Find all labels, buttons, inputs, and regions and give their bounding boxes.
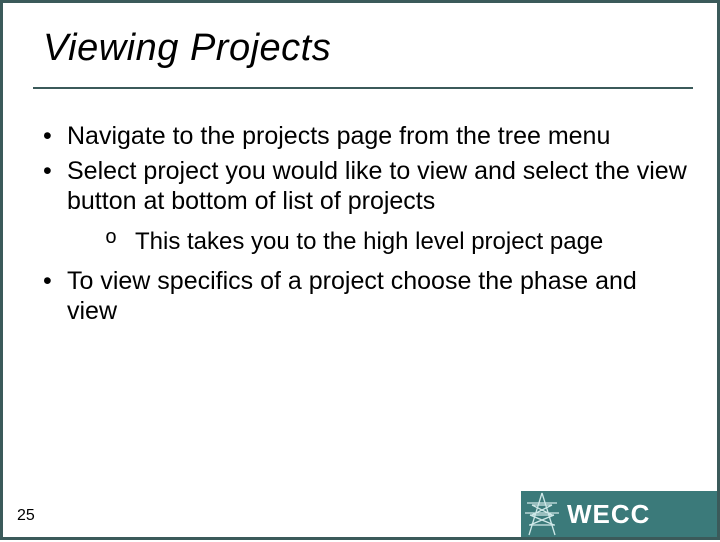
bullet-text: Select project you would like to view an… xyxy=(67,157,687,216)
wecc-logo: WECC xyxy=(521,491,717,537)
bullet-item: Navigate to the projects page from the t… xyxy=(39,121,687,152)
bullet-list: Navigate to the projects page from the t… xyxy=(39,121,687,327)
bullet-item: Select project you would like to view an… xyxy=(39,156,687,256)
sub-bullet-list: This takes you to the high level project… xyxy=(67,227,687,256)
slide-content: Navigate to the projects page from the t… xyxy=(39,121,687,331)
slide-title: Viewing Projects xyxy=(43,27,331,70)
bullet-item: To view specifics of a project choose th… xyxy=(39,266,687,327)
slide-frame: Viewing Projects Navigate to the project… xyxy=(0,0,720,540)
bullet-text: To view specifics of a project choose th… xyxy=(67,267,637,326)
sub-bullet-text: This takes you to the high level project… xyxy=(135,228,603,255)
title-underline xyxy=(33,87,693,89)
page-number: 25 xyxy=(17,507,35,525)
sub-bullet-item: This takes you to the high level project… xyxy=(67,227,687,256)
bullet-text: Navigate to the projects page from the t… xyxy=(67,122,610,150)
logo-text: WECC xyxy=(567,499,650,530)
tower-icon xyxy=(521,491,563,537)
